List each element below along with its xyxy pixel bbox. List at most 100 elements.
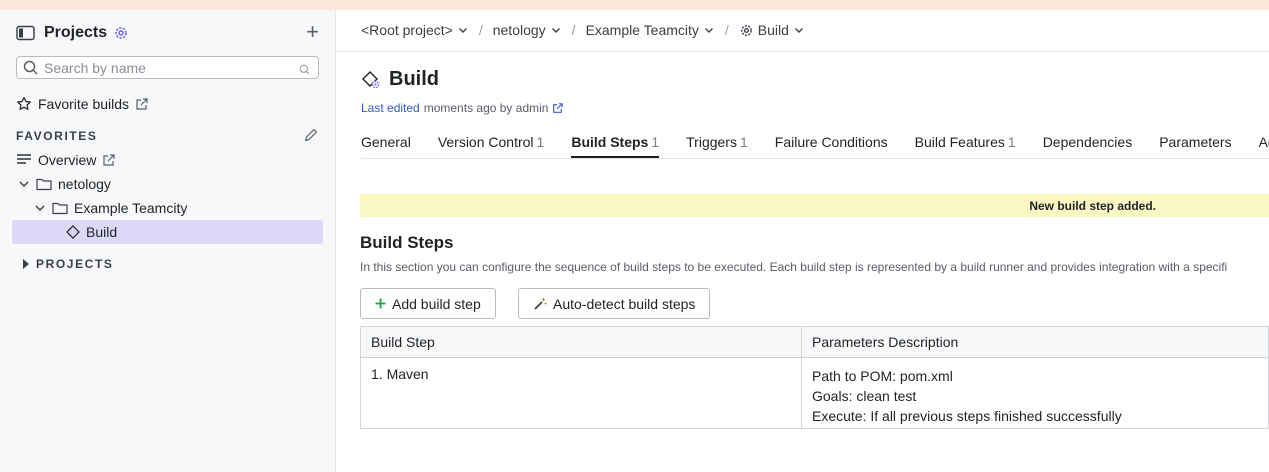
tree-item-label: Example Teamcity [74, 200, 188, 216]
chevron-right-icon [22, 259, 30, 269]
tab-label: Version Control [437, 134, 534, 150]
star-icon [16, 96, 32, 112]
main-content: <Root project> / netology / Example Team… [337, 10, 1269, 472]
tabs-divider [361, 158, 1269, 159]
breadcrumb-subproject[interactable]: Example Teamcity [586, 22, 715, 38]
tab-parameters[interactable]: Parameters [1159, 134, 1231, 158]
tab-label: Failure Conditions [774, 134, 888, 150]
search-box [16, 56, 319, 79]
tab-general[interactable]: General [361, 134, 411, 158]
sidebar-header: Projects + [16, 21, 319, 44]
auto-detect-build-steps-button[interactable]: Auto-detect build steps [518, 288, 711, 319]
breadcrumb-separator: / [571, 22, 576, 38]
plus-icon [375, 298, 386, 309]
favorites-section-title: FAVORITES [16, 129, 98, 143]
projects-section-toggle[interactable]: PROJECTS [22, 257, 113, 271]
section-description: In this section you can configure the se… [360, 260, 1228, 274]
tab-count: 1 [739, 134, 748, 150]
favorite-builds-label: Favorite builds [38, 96, 130, 112]
breadcrumb-root-label: <Root project> [361, 22, 453, 38]
chevron-down-icon [794, 28, 803, 33]
table-row[interactable]: 1. Maven Path to POM: pom.xml Goals: cle… [361, 358, 1268, 428]
search-input[interactable] [44, 59, 284, 76]
chevron-down-icon [458, 28, 467, 33]
tree-item-overview[interactable]: Overview [16, 148, 115, 172]
success-notice: New build step added. [360, 194, 1269, 217]
chevron-down-icon[interactable] [34, 202, 46, 214]
tab-label: General [361, 134, 411, 150]
tree-item-label: Build [86, 224, 118, 240]
external-link-icon [135, 97, 148, 111]
build-config-icon [66, 225, 80, 239]
build-config-settings-icon [361, 70, 381, 90]
parameters-description: Path to POM: pom.xml Goals: clean test E… [802, 358, 1268, 428]
search-end-icon [299, 62, 310, 78]
tree-item-label: netology [58, 176, 111, 192]
tab-agent[interactable]: Agent [1259, 134, 1269, 158]
tab-build-steps[interactable]: Build Steps 1 [571, 134, 660, 158]
column-header: Parameters Description [812, 334, 959, 350]
notice-text: New build step added. [1029, 198, 1156, 213]
breadcrumb-subproject-label: Example Teamcity [585, 22, 699, 38]
tab-label: Build Features [914, 134, 1005, 150]
tab-failure-conditions[interactable]: Failure Conditions [775, 134, 888, 158]
build-steps-table: Build Step Parameters Description 1. Mav… [360, 326, 1269, 429]
breadcrumb: <Root project> / netology / Example Team… [361, 22, 805, 38]
section-title: Build Steps [360, 233, 454, 252]
tab-count: 1 [1007, 134, 1016, 150]
magic-wand-icon [533, 297, 547, 311]
top-banner-strip [0, 0, 1269, 10]
breadcrumb-project-label: netology [492, 22, 546, 38]
tab-label: Triggers [686, 134, 737, 150]
breadcrumb-project[interactable]: netology [493, 22, 562, 38]
gear-icon [740, 24, 752, 36]
param-line: Path to POM: pom.xml [812, 368, 953, 384]
column-header: Build Step [361, 327, 802, 357]
last-edited-link[interactable]: Last edited [361, 101, 420, 115]
projects-section-title: PROJECTS [36, 257, 114, 271]
page-title: Build [389, 68, 439, 90]
tab-triggers[interactable]: Triggers 1 [686, 134, 748, 158]
param-line: Execute: If all previous steps finished … [812, 408, 1122, 424]
tree-item-netology[interactable]: netology [18, 172, 111, 196]
breadcrumb-separator: / [478, 22, 483, 38]
sidebar: Projects + Favorite builds FAVORITES Ove… [0, 10, 336, 472]
last-edited-info: Last edited moments ago by admin [361, 101, 564, 115]
button-label: Auto-detect build steps [553, 295, 696, 312]
tab-label: Parameters [1159, 134, 1232, 150]
tab-dependencies[interactable]: Dependencies [1043, 134, 1133, 158]
list-icon [16, 153, 32, 167]
folder-icon [52, 201, 68, 215]
build-step-name[interactable]: 1. Maven [361, 358, 802, 428]
sidebar-toggle-icon[interactable] [16, 25, 35, 41]
gear-icon[interactable] [113, 25, 129, 41]
chevron-down-icon[interactable] [18, 178, 30, 190]
tab-label: Dependencies [1042, 134, 1133, 150]
tab-label: Agent [1258, 134, 1269, 150]
breadcrumb-build[interactable]: Build [739, 22, 805, 38]
add-project-button[interactable]: + [306, 21, 319, 43]
tree-item-example-teamcity[interactable]: Example Teamcity [34, 196, 187, 220]
edit-favorites-icon[interactable] [303, 127, 319, 146]
chevron-down-icon [704, 28, 713, 33]
tab-label: Build Steps [571, 134, 649, 150]
tree-item-build[interactable]: Build [12, 220, 323, 244]
breadcrumb-divider [337, 51, 1269, 52]
favorite-builds-link[interactable]: Favorite builds [16, 96, 148, 112]
add-build-step-button[interactable]: Add build step [360, 288, 496, 319]
tree-item-label: Overview [38, 152, 97, 168]
page-header: Build [361, 68, 439, 91]
tab-count: 1 [536, 134, 545, 150]
tab-build-features[interactable]: Build Features 1 [915, 134, 1016, 158]
breadcrumb-root[interactable]: <Root project> [361, 22, 469, 38]
table-header: Build Step Parameters Description [361, 327, 1268, 358]
search-icon [23, 60, 38, 75]
breadcrumb-separator: / [724, 22, 729, 38]
external-link-icon[interactable] [552, 102, 564, 114]
chevron-down-icon [551, 28, 560, 33]
sidebar-title: Projects [44, 24, 108, 41]
tab-version-control[interactable]: Version Control 1 [438, 134, 545, 158]
folder-icon [36, 177, 52, 191]
tab-count: 1 [651, 134, 660, 150]
settings-tabs: General Version Control 1 Build Steps 1 Tr… [361, 134, 1269, 158]
